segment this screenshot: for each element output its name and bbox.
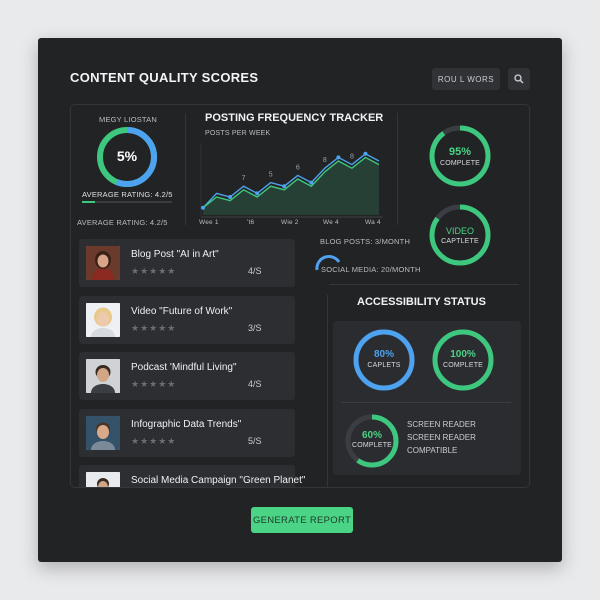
accessibility-ring-value: 80%: [373, 349, 394, 360]
generate-report-button[interactable]: GENERATE REPORT: [251, 507, 353, 533]
man-portrait-icon: [86, 472, 120, 487]
divider: [397, 113, 398, 225]
data-point: [363, 151, 368, 156]
list-item[interactable]: Social Media Campaign "Green Planet": [79, 465, 305, 487]
rating-progress-track: [82, 201, 172, 203]
star-rating: ★★★★★: [131, 323, 177, 333]
avatar: [86, 303, 120, 337]
accessibility-ring-captions: [353, 329, 415, 391]
accessibility-ring-complete: [432, 329, 494, 391]
accessibility-ring-label: COMPLETE: [442, 362, 484, 369]
completion-ring-value: 95%: [448, 146, 472, 158]
man-portrait-icon: [86, 416, 120, 450]
average-rating-text: AVERAGE RATING: 4.2/5: [82, 190, 173, 199]
completion-ring-label: COMPLETE: [439, 160, 481, 167]
data-point: [336, 155, 341, 160]
woman-portrait-icon: [86, 246, 120, 280]
series-area: [203, 157, 379, 215]
screen-reader-line: SCREEN READER: [407, 420, 476, 429]
rating-progress-fill: [82, 201, 95, 203]
screen-reader-line: COMPATIBLE: [407, 446, 458, 455]
x-tick-label: Wie 2: [281, 219, 299, 226]
data-point: [255, 191, 260, 196]
accessibility-ring-screen-reader: [345, 414, 399, 468]
list-item-score: 5/S: [248, 436, 262, 446]
list-item-title: Infographic Data Trends": [131, 419, 242, 430]
accessibility-title: ACCESSIBILITY STATUS: [357, 296, 486, 308]
divider: [341, 402, 511, 403]
blog-posts-stat: BLOG POSTS: 3/MONTH: [320, 237, 411, 246]
page-title: CONTENT QUALITY SCORES: [70, 70, 259, 85]
frequency-chart: 7 5 6 8 8: [200, 143, 383, 218]
avatar: [86, 359, 120, 393]
accessibility-ring-label: CAPLETS: [367, 362, 401, 369]
list-item[interactable]: Blog Post "AI in Art" ★★★★★ 4/S: [79, 239, 295, 287]
star-rating: ★★★★★: [131, 379, 177, 389]
avatar: [86, 472, 120, 487]
accessibility-ring-label: COMPLETE: [351, 442, 393, 449]
data-label: 7: [242, 175, 246, 182]
data-label: 8: [350, 154, 354, 161]
x-tick-label: Wee 1: [199, 219, 219, 226]
accessibility-ring-value: 100%: [450, 349, 476, 360]
list-item[interactable]: Podcast 'Mindful Living" ★★★★★ 4/S: [79, 352, 295, 400]
data-point: [228, 195, 233, 199]
search-icon: [514, 74, 524, 84]
data-point: [309, 180, 314, 185]
list-item-score: 3/S: [248, 323, 262, 333]
divider: [327, 295, 328, 487]
rating-score: 5%: [116, 148, 138, 164]
data-point: [201, 205, 205, 210]
screen-reader-line: SCREEN READER: [407, 433, 476, 442]
average-rating-text-secondary: AVERAGE RATING: 4.2/5: [77, 218, 168, 227]
list-item-title: Video "Future of Work": [131, 306, 233, 317]
woman-portrait-icon: [86, 303, 120, 337]
data-label: 6: [296, 164, 300, 171]
list-item-score: 4/S: [248, 266, 262, 276]
video-caption-ring-label: CAPTLETE: [441, 238, 479, 245]
list-item-score: 4/S: [248, 379, 262, 389]
social-media-stat: SOCIAL MEDIA: 20/MONTH: [321, 265, 421, 274]
list-item-title: Blog Post "AI in Art": [131, 249, 219, 260]
data-label: 8: [323, 157, 327, 164]
content-area: MEGY LIOSTAN 5% AVERAGE RATING: 4.2/5 AV…: [70, 104, 530, 488]
list-item[interactable]: Video "Future of Work" ★★★★★ 3/S: [79, 296, 295, 344]
list-item[interactable]: Infographic Data Trends" ★★★★★ 5/S: [79, 409, 295, 457]
rating-widget-label: MEGY LIOSTAN: [99, 115, 157, 124]
frequency-tracker-title: POSTING FREQUENCY TRACKER: [205, 112, 384, 124]
x-tick-label: 't6: [247, 219, 255, 226]
avatar: [86, 246, 120, 280]
avatar: [86, 416, 120, 450]
list-item-title: Podcast 'Mindful Living": [131, 362, 237, 373]
list-item-title: Social Media Campaign "Green Planet": [131, 475, 306, 486]
x-tick-label: We 4: [323, 219, 339, 226]
x-tick-labels: Wee 1 't6 Wie 2 We 4 Wa 4: [197, 219, 387, 229]
search-button[interactable]: [508, 68, 530, 90]
data-point: [282, 184, 287, 189]
accessibility-ring-value: 60%: [361, 430, 382, 441]
data-label: 5: [269, 172, 273, 179]
man-portrait-icon: [86, 359, 120, 393]
view-toggle-button[interactable]: ROU L WORS: [432, 68, 500, 90]
divider: [185, 113, 186, 225]
x-tick-label: Wa 4: [365, 219, 381, 226]
dashboard-panel: CONTENT QUALITY SCORES ROU L WORS MEGY L…: [38, 38, 562, 562]
star-rating: ★★★★★: [131, 266, 177, 276]
divider: [329, 284, 519, 285]
video-caption-ring-value: VIDEO: [445, 226, 474, 236]
star-rating: ★★★★★: [131, 436, 177, 446]
